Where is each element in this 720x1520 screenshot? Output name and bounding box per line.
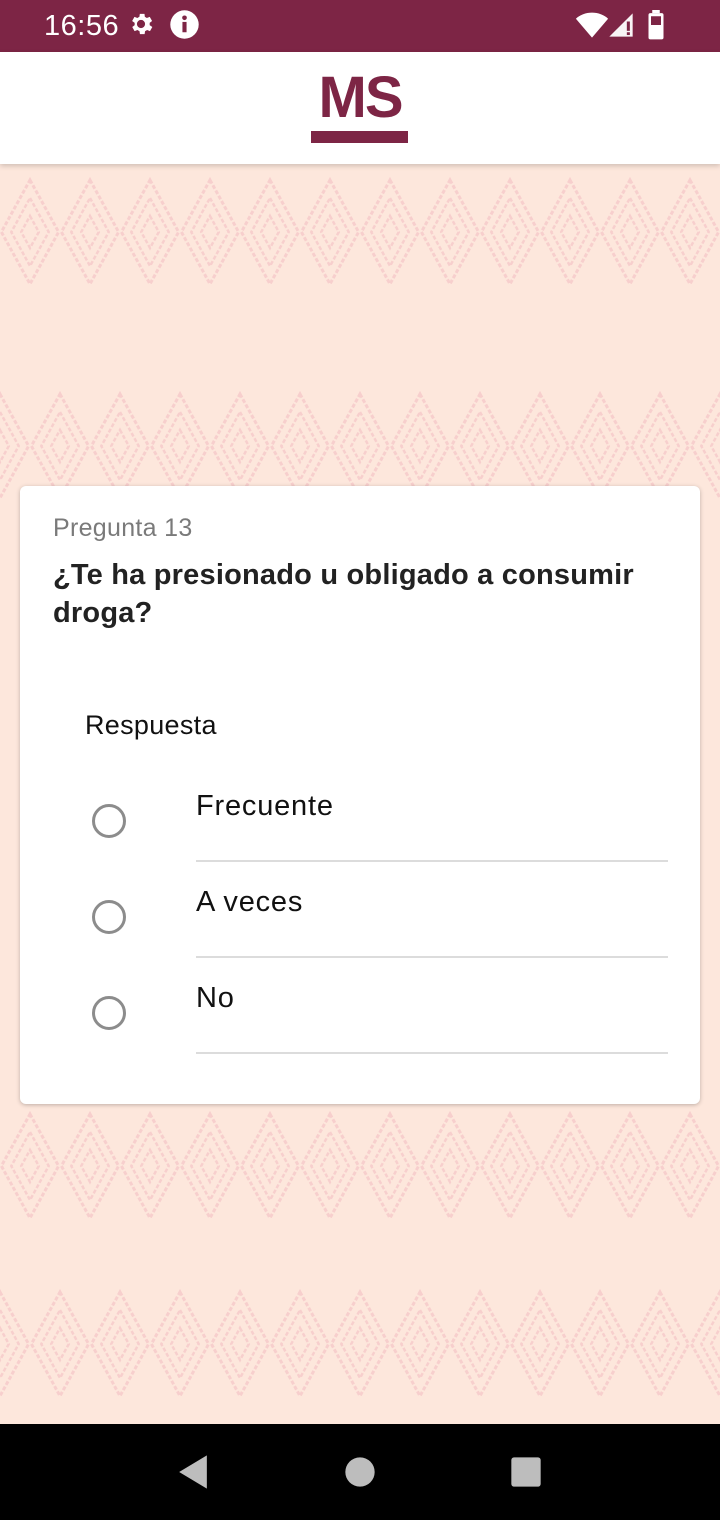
logo-underline [311,131,408,143]
signal-icon [609,13,633,37]
pattern-band [0,1288,720,1400]
ms-logo: MS [308,68,412,146]
radio-button[interactable] [92,804,126,838]
logo-text: MS [318,65,404,130]
option-label: No [196,982,235,1014]
option-label: Frecuente [196,790,334,822]
wifi-icon [575,12,609,38]
question-card: Pregunta 13 ¿Te ha presionado u obligado… [20,486,700,1104]
back-icon[interactable] [176,1454,210,1490]
option-frecuente[interactable]: Frecuente [20,774,700,870]
recents-icon[interactable] [510,1456,542,1488]
settings-icon [132,13,153,35]
radio-button[interactable] [92,996,126,1030]
answer-label: Respuesta [85,710,217,740]
status-time: 16:56 [44,10,120,42]
option-no[interactable]: No [20,966,700,1062]
pattern-band [0,1110,720,1222]
question-text: ¿Te ha presionado u obligado a consumir … [53,559,634,629]
navigation-bar [0,1424,720,1520]
pattern-band [0,176,720,288]
divider [196,956,668,958]
app-bar: MS [0,52,720,164]
battery-icon [648,10,664,40]
question-number: Pregunta 13 [53,514,193,542]
option-a-veces[interactable]: A veces [20,870,700,966]
divider [196,1052,668,1054]
option-label: A veces [196,886,304,918]
status-bar: 16:56 [0,0,720,52]
info-icon [170,10,199,39]
radio-button[interactable] [92,900,126,934]
divider [196,860,668,862]
home-icon[interactable] [344,1456,376,1488]
